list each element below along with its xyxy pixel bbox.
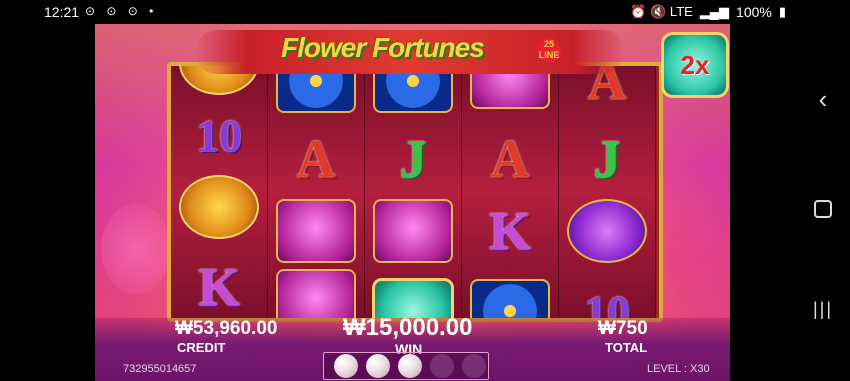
reel-5: A J 10	[559, 66, 656, 318]
status-bar: 12:21 ⊙ ⊙ ⊙ • ⏰ 🔇 LTE ▂▄▆ 100% ▮	[0, 0, 850, 24]
pearl-icon	[462, 354, 486, 378]
pearl-icon	[430, 354, 454, 378]
pearl-icon	[366, 354, 390, 378]
reel-cell: A	[268, 124, 364, 194]
back-icon[interactable]: ‹	[808, 84, 838, 114]
symbol-a: A	[490, 129, 530, 189]
symbol-a: A	[296, 129, 336, 189]
battery-icon: ▮	[778, 4, 786, 19]
lines-badge: 25 LINE	[537, 38, 561, 63]
symbol-ten: 10	[196, 109, 242, 161]
credit-label: CREDIT	[177, 340, 226, 355]
reel-cell	[365, 196, 461, 266]
home-icon[interactable]	[808, 194, 838, 224]
reel-cell: A	[462, 124, 558, 194]
reel-cell	[268, 196, 364, 266]
total-bet-value[interactable]: ₩750	[598, 318, 648, 340]
reel-2: A	[268, 66, 365, 318]
phoenix-symbol-icon	[179, 175, 259, 239]
notification-icons: ⊙ ⊙ ⊙ •	[85, 4, 158, 18]
game-title: Flower Fortunes	[281, 32, 485, 63]
pearl-icon	[334, 354, 358, 378]
reel-cell: J	[365, 124, 461, 194]
recent-apps-icon[interactable]: |||	[808, 294, 838, 324]
navigation-bar: ‹ |||	[730, 24, 850, 381]
credit-value: ₩53,960.00	[175, 318, 278, 339]
game-round-id: 732955014657	[123, 363, 197, 375]
symbol-j: J	[593, 129, 621, 189]
reel-cell: K	[171, 252, 267, 318]
reel-cell	[462, 276, 558, 318]
reel-grid: 10 K A J A K A J 10	[167, 62, 663, 322]
reel-1: 10 K	[171, 66, 268, 318]
flower-decoration	[665, 214, 725, 304]
reel-cell: 10	[171, 100, 267, 170]
symbol-j: J	[399, 129, 427, 189]
total-bet-label[interactable]: TOTAL	[605, 340, 647, 355]
status-right: ⏰ 🔇 LTE ▂▄▆ 100% ▮	[630, 4, 786, 20]
bird-symbol-icon	[373, 199, 453, 263]
reel-cell: 10	[559, 276, 655, 322]
reel-3: J	[365, 66, 462, 318]
beetle-symbol-icon	[567, 199, 647, 263]
slot-game: 10 K A J A K A J 10 Flower Fortunes 25 L…	[95, 24, 730, 381]
reel-cell	[559, 196, 655, 266]
reel-cell	[171, 172, 267, 242]
reel-cell: K	[462, 196, 558, 266]
win-value: ₩15,000.00	[343, 314, 473, 341]
symbol-k: K	[197, 257, 240, 317]
bet-level: LEVEL : X30	[647, 363, 710, 375]
flower-symbol-icon	[470, 279, 550, 318]
pearl-icon	[398, 354, 422, 378]
symbol-ten: 10	[584, 285, 630, 322]
system-icons: ⏰ 🔇 LTE	[630, 4, 693, 19]
multiplier-value: 2x	[680, 49, 710, 80]
signal-icon: ▂▄▆	[699, 4, 730, 19]
multiplier-badge: 2x	[661, 32, 729, 98]
pearl-meter	[323, 352, 489, 380]
reel-cell: J	[559, 124, 655, 194]
reel-4: A K	[462, 66, 559, 318]
symbol-k: K	[488, 201, 531, 261]
battery-level: 100%	[736, 4, 772, 20]
flower-decoration	[101, 204, 171, 294]
bird-symbol-icon	[276, 199, 356, 263]
game-info-bar: ₩53,960.00 CREDIT ₩15,000.00 WIN ₩750 TO…	[95, 314, 730, 381]
status-time: 12:21	[44, 4, 80, 20]
